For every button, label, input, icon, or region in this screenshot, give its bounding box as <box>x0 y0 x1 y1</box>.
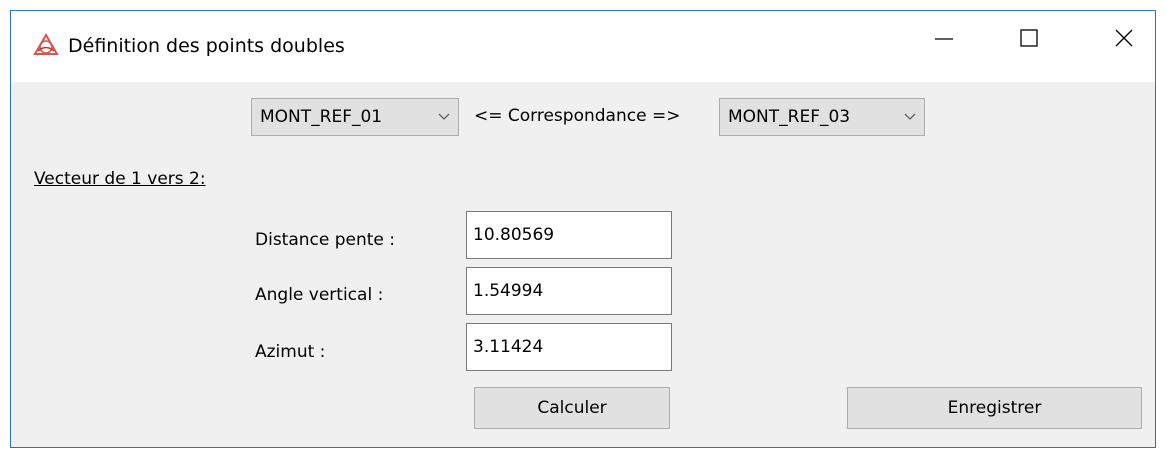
app-logo-icon <box>32 32 60 60</box>
dialog-window: Définition des points doubles MONT_REF_0… <box>10 10 1156 448</box>
enregistrer-button[interactable]: Enregistrer <box>847 387 1142 429</box>
point1-dropdown[interactable]: MONT_REF_01 <box>251 98 459 136</box>
chevron-down-icon <box>896 99 924 135</box>
calculer-button[interactable]: Calculer <box>474 387 670 429</box>
azimut-field[interactable]: 3.11424 <box>466 323 672 371</box>
distance-label: Distance pente : <box>255 230 396 250</box>
azimut-label: Azimut : <box>255 342 326 362</box>
maximize-button[interactable] <box>996 11 1061 69</box>
vector-section-label: Vecteur de 1 vers 2: <box>34 169 206 189</box>
point2-dropdown[interactable]: MONT_REF_03 <box>719 98 925 136</box>
angle-label: Angle vertical : <box>255 285 384 305</box>
distance-field[interactable]: 10.80569 <box>466 211 672 259</box>
screen: Définition des points doubles MONT_REF_0… <box>0 0 1167 456</box>
correspondance-label: <= Correspondance => <box>474 106 681 126</box>
close-button[interactable] <box>1091 11 1156 69</box>
minimize-button[interactable] <box>911 11 976 69</box>
window-title: Définition des points doubles <box>68 35 345 57</box>
maximize-icon <box>1018 27 1040 53</box>
minimize-icon <box>933 27 955 53</box>
point1-selected-value: MONT_REF_01 <box>260 107 383 127</box>
angle-field[interactable]: 1.54994 <box>466 267 672 315</box>
point2-selected-value: MONT_REF_03 <box>728 107 851 127</box>
close-icon <box>1113 27 1135 53</box>
title-bar[interactable]: Définition des points doubles <box>11 11 1155 82</box>
chevron-down-icon <box>430 99 458 135</box>
